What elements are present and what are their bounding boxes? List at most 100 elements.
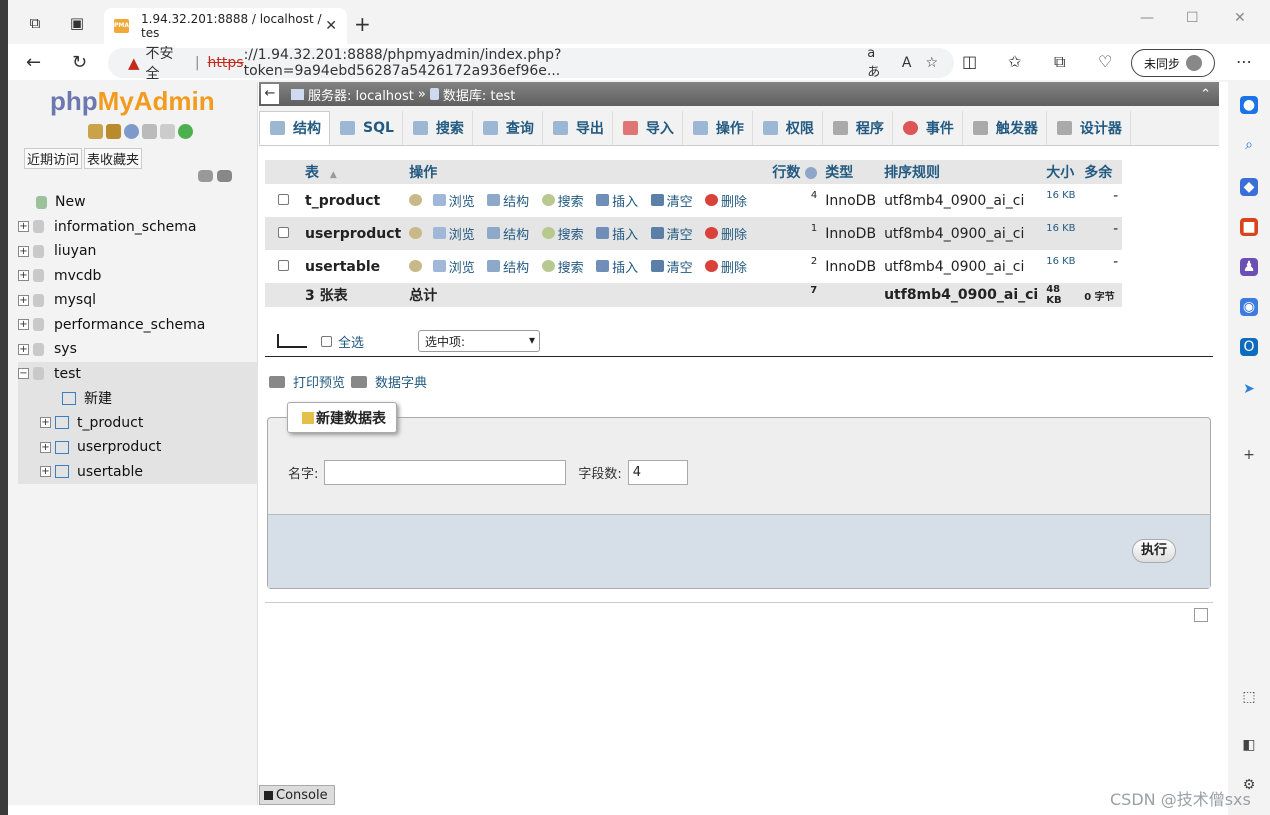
tree-table[interactable]: + t_product bbox=[18, 410, 258, 435]
tab-operations[interactable]: 操作 bbox=[683, 111, 753, 145]
tab-triggers[interactable]: 触发器 bbox=[963, 111, 1047, 145]
check-all-label[interactable]: 全选 bbox=[338, 332, 364, 351]
tree-db[interactable]: + sys bbox=[18, 337, 258, 362]
print-view-link[interactable]: 打印预览 bbox=[293, 372, 345, 391]
favorites-tab[interactable]: 表收藏夹 bbox=[84, 148, 143, 169]
maximize-icon[interactable]: ☐ bbox=[1186, 10, 1199, 26]
collapse-all-icon[interactable] bbox=[198, 170, 213, 182]
games-icon[interactable]: ♟ bbox=[1240, 258, 1258, 276]
row-size[interactable]: 16 KB bbox=[1042, 217, 1081, 250]
favorite-star-icon[interactable] bbox=[409, 227, 423, 240]
home-icon[interactable] bbox=[88, 124, 103, 139]
row-checkbox[interactable] bbox=[277, 226, 289, 238]
exit-icon[interactable] bbox=[106, 124, 121, 139]
tree-new[interactable]: New bbox=[18, 190, 258, 215]
structure-link[interactable]: 结构 bbox=[487, 224, 529, 243]
add-icon[interactable]: + bbox=[1240, 446, 1258, 464]
tab-actions-icon[interactable]: ▣ bbox=[68, 14, 86, 32]
favorite-star-icon[interactable] bbox=[409, 260, 423, 273]
docs-icon[interactable] bbox=[142, 124, 157, 139]
toggle-nav-icon[interactable]: ← bbox=[261, 84, 279, 104]
tab-search[interactable]: 搜索 bbox=[403, 111, 473, 145]
close-window-icon[interactable]: ✕ bbox=[1234, 10, 1246, 26]
tree-db[interactable]: + performance_schema bbox=[18, 313, 258, 338]
drop-link[interactable]: 删除 bbox=[705, 191, 747, 210]
sync-button[interactable]: 未同步 bbox=[1131, 49, 1215, 77]
drop-link[interactable]: 删除 bbox=[705, 224, 747, 243]
send-icon[interactable]: ➤ bbox=[1240, 380, 1258, 398]
drop-link[interactable]: 删除 bbox=[705, 257, 747, 276]
tree-db-current[interactable]: − test bbox=[18, 361, 258, 386]
console-button[interactable]: Console bbox=[259, 785, 335, 805]
row-size[interactable]: 16 KB bbox=[1042, 250, 1080, 283]
screenshot-icon[interactable]: ⬚ bbox=[1240, 688, 1258, 706]
tab-import[interactable]: 导入 bbox=[613, 111, 683, 145]
browse-link[interactable]: 浏览 bbox=[432, 224, 475, 243]
tree-table[interactable]: + usertable bbox=[18, 459, 258, 484]
outlook-icon[interactable]: O bbox=[1240, 338, 1258, 356]
favorite-star-icon[interactable] bbox=[409, 194, 423, 207]
security-label[interactable]: 不安全 bbox=[146, 43, 187, 83]
workspaces-icon[interactable]: ⧉ bbox=[26, 14, 44, 32]
tree-db[interactable]: + mvcdb bbox=[18, 264, 258, 289]
sidebar-toggle-icon[interactable]: ◧ bbox=[1240, 736, 1258, 754]
header-rows[interactable]: 行数 bbox=[761, 160, 822, 184]
more-menu-icon[interactable]: ⋯ bbox=[1236, 52, 1252, 71]
split-screen-icon[interactable]: ◫ bbox=[962, 52, 977, 71]
structure-link[interactable]: 结构 bbox=[487, 257, 529, 276]
expand-icon[interactable]: + bbox=[18, 294, 29, 306]
tree-db[interactable]: + mysql bbox=[18, 288, 258, 313]
tree-db[interactable]: + information_schema bbox=[18, 215, 258, 240]
expand-icon[interactable]: + bbox=[40, 441, 51, 453]
empty-link[interactable]: 清空 bbox=[650, 224, 693, 243]
browse-link[interactable]: 浏览 bbox=[432, 191, 475, 210]
empty-link[interactable]: 清空 bbox=[650, 191, 693, 210]
insert-link[interactable]: 插入 bbox=[596, 224, 638, 243]
address-bar[interactable]: ▲ 不安全 | https ://1.94.32.201:8888/phpmya… bbox=[108, 46, 954, 82]
go-button[interactable]: 执行 bbox=[1131, 539, 1176, 563]
tab-routines[interactable]: 程序 bbox=[823, 111, 893, 145]
tab-structure[interactable]: 结构 bbox=[259, 111, 330, 145]
table-name-link[interactable]: usertable bbox=[301, 250, 405, 283]
insert-link[interactable]: 插入 bbox=[596, 191, 638, 210]
tree-table[interactable]: + userproduct bbox=[18, 435, 258, 460]
empty-link[interactable]: 清空 bbox=[650, 257, 693, 276]
tab-designer[interactable]: 设计器 bbox=[1047, 111, 1131, 145]
phpmyadmin-logo[interactable]: phpMyAdmin bbox=[50, 86, 215, 117]
toolbox-icon[interactable]: ■ bbox=[1240, 218, 1258, 236]
favorites-icon[interactable]: ✩ bbox=[1008, 52, 1021, 71]
help-icon[interactable] bbox=[124, 124, 139, 139]
expand-icon[interactable]: + bbox=[18, 221, 29, 233]
table-name-input[interactable] bbox=[324, 460, 567, 485]
read-aloud-icon[interactable]: A bbox=[902, 55, 912, 71]
browse-link[interactable]: 浏览 bbox=[432, 257, 475, 276]
bell-icon[interactable]: ● bbox=[1240, 96, 1258, 114]
new-tab-icon[interactable]: + bbox=[354, 12, 371, 36]
header-collation[interactable]: 排序规则 bbox=[880, 160, 1043, 184]
help-icon[interactable] bbox=[805, 167, 818, 179]
search-link[interactable]: 搜索 bbox=[541, 191, 584, 210]
tab-export[interactable]: 导出 bbox=[543, 111, 613, 145]
expand-icon[interactable]: + bbox=[40, 466, 51, 478]
expand-icon[interactable]: + bbox=[18, 319, 29, 331]
structure-link[interactable]: 结构 bbox=[487, 191, 529, 210]
check-all-checkbox[interactable] bbox=[321, 335, 332, 347]
breadcrumb-database[interactable]: 数据库: test bbox=[429, 85, 515, 104]
header-type[interactable]: 类型 bbox=[821, 160, 881, 184]
browser-tab[interactable]: PMA 1.94.32.201:8888 / localhost / tes ✕ bbox=[104, 8, 347, 44]
search-link[interactable]: 搜索 bbox=[541, 224, 584, 243]
recent-tab[interactable]: 近期访问 bbox=[24, 148, 83, 169]
shopping-tag-icon[interactable]: ◆ bbox=[1240, 178, 1258, 196]
tab-query[interactable]: 查询 bbox=[473, 111, 543, 145]
collections-icon[interactable]: ⧉ bbox=[1054, 52, 1065, 72]
table-name-link[interactable]: userproduct bbox=[301, 217, 406, 250]
minimize-icon[interactable]: — bbox=[1140, 10, 1154, 26]
search-icon[interactable]: ⌕ bbox=[1240, 136, 1258, 154]
expand-icon[interactable]: + bbox=[18, 343, 29, 355]
tree-db[interactable]: + liuyan bbox=[18, 239, 258, 264]
fields-count-input[interactable]: 4 bbox=[627, 460, 688, 485]
with-selected-select[interactable]: 选中项: bbox=[418, 330, 541, 352]
settings-icon[interactable] bbox=[160, 124, 175, 139]
tab-sql[interactable]: SQL bbox=[330, 111, 403, 145]
expand-icon[interactable]: + bbox=[18, 270, 29, 282]
